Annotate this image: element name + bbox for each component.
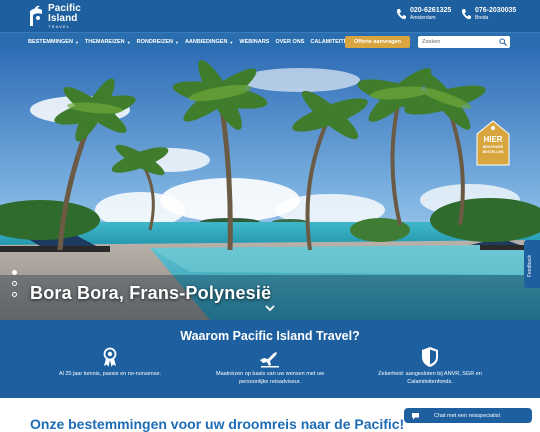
slider-dots <box>12 270 17 303</box>
search-box <box>418 36 510 48</box>
logo-line-3: TRAVEL <box>48 23 71 29</box>
phone-breda[interactable]: 076-2030035 Breda <box>461 7 516 22</box>
logo-text: Pacific Island TRAVEL <box>48 2 81 29</box>
chat-label: Chat met een reisspecialist <box>434 412 501 419</box>
slider-dot-3[interactable] <box>12 292 17 297</box>
logo-line-2: Island <box>48 12 78 24</box>
nav-items: BESTEMMINGEN ▼ THEMAREIZEN ▼ RONDREIZEN ▼ A… <box>28 33 357 51</box>
page: Pacific Island TRAVEL 020-6261325 Amster… <box>0 0 540 432</box>
main-nav: BESTEMMINGEN ▼ THEMAREIZEN ▼ RONDREIZEN ▼ A… <box>0 32 540 50</box>
nav-item-label: AANBIEDINGEN <box>184 39 228 45</box>
phone-icon <box>396 9 406 20</box>
nav-item-label: BESTEMMINGEN <box>28 39 73 45</box>
badge-bottom-line-1: BROCHURE <box>482 145 504 149</box>
badge-top-text: HIER <box>483 135 503 144</box>
nav-item-label: OVER ONS <box>275 39 305 45</box>
nav-item-aanbiedingen[interactable]: AANBIEDINGEN ▼ <box>185 39 233 45</box>
nav-item-webinars[interactable]: WEBINARS <box>239 39 269 45</box>
search-icon[interactable] <box>499 38 507 46</box>
caret-down-icon: ▼ <box>74 39 79 45</box>
nav-item-over-ons[interactable]: OVER ONS <box>275 39 304 45</box>
phone-number: 020-6261325 <box>410 7 452 14</box>
why-item-experience: Al 25 jaar kennis, passie en no-nonsense… <box>40 346 180 378</box>
caret-down-icon: ▼ <box>229 39 234 45</box>
top-header: Pacific Island TRAVEL 020-6261325 Amster… <box>0 0 540 32</box>
slider-dot-2[interactable] <box>12 281 17 286</box>
chat-button[interactable]: Chat met een reisspecialist <box>404 408 532 423</box>
slider-dot-1[interactable] <box>12 270 17 275</box>
why-text-line-2: persoonlijke reisadviseur. <box>239 379 301 385</box>
logo-mark-icon <box>30 5 42 27</box>
shield-icon <box>422 347 438 367</box>
phone-breda-text: 076-2030035 Breda <box>475 7 516 22</box>
search-input[interactable] <box>422 36 498 48</box>
award-icon <box>103 347 117 367</box>
phone-amsterdam-text: 020-6261325 Amsterdam <box>410 7 451 22</box>
logo[interactable]: Pacific Island TRAVEL <box>28 3 81 29</box>
why-title: Waarom Pacific Island Travel? <box>180 329 360 343</box>
chat-bubble-icon <box>412 412 419 419</box>
phone-number: 076-2030035 <box>475 7 517 14</box>
why-text-line-1: Zekerheid: aangesloten bij ANVR, SGR en <box>378 371 482 377</box>
nav-item-bestemmingen[interactable]: BESTEMMINGEN ▼ <box>28 39 79 45</box>
badge-bottom-line-2: BESTELLEN <box>482 149 504 154</box>
feedback-label: Feedback <box>527 255 533 277</box>
phone-icon <box>461 9 471 20</box>
nav-item-label: RONDREIZEN <box>136 39 173 45</box>
caret-down-icon: ▼ <box>126 39 131 45</box>
feedback-tab[interactable]: Feedback <box>524 240 540 288</box>
nav-item-rondreizen[interactable]: RONDREIZEN ▼ <box>137 39 179 45</box>
phone-amsterdam[interactable]: 020-6261325 Amsterdam <box>396 7 451 22</box>
why-item-tailormade: Maatreizen op basis van uw wensen met uw… <box>200 346 340 386</box>
hero-banner: HIER BROCHURE BESTELLEN Feedback <box>0 50 540 320</box>
airplane-icon <box>260 352 279 368</box>
caret-down-icon: ▼ <box>174 39 179 45</box>
brochure-badge[interactable]: HIER BROCHURE BESTELLEN <box>476 120 510 166</box>
why-text-line-1: Maatreizen op basis van uw wensen met uw <box>216 371 324 377</box>
phone-city: Breda <box>475 15 489 21</box>
why-text-line-1: Al 25 jaar kennis, passie en no-nonsense… <box>58 371 162 377</box>
chevron-down-icon[interactable] <box>265 305 275 312</box>
nav-item-themareizen[interactable]: THEMAREIZEN ▼ <box>85 39 131 45</box>
phone-city: Amsterdam <box>410 15 436 21</box>
why-text-line-2: Calamiteitenfonds. <box>407 379 453 385</box>
nav-item-label: THEMAREIZEN <box>84 39 125 45</box>
why-section: Waarom Pacific Island Travel? Al 25 jaar… <box>0 320 540 398</box>
nav-item-label: WEBINARS <box>239 39 270 45</box>
why-item-security: Zekerheid: aangesloten bij ANVR, SGR en … <box>360 346 500 386</box>
hero-image <box>0 50 540 320</box>
offer-request-button[interactable]: Offerte aanvragen <box>345 36 410 48</box>
destinations-title: Onze bestemmingen voor uw droomreis naar… <box>30 416 405 432</box>
badge-bottom-text: BROCHURE BESTELLEN <box>476 145 510 154</box>
logo-line-1: Pacific <box>48 2 81 14</box>
hero-title: Bora Bora, Frans-Polynesië <box>30 283 272 303</box>
